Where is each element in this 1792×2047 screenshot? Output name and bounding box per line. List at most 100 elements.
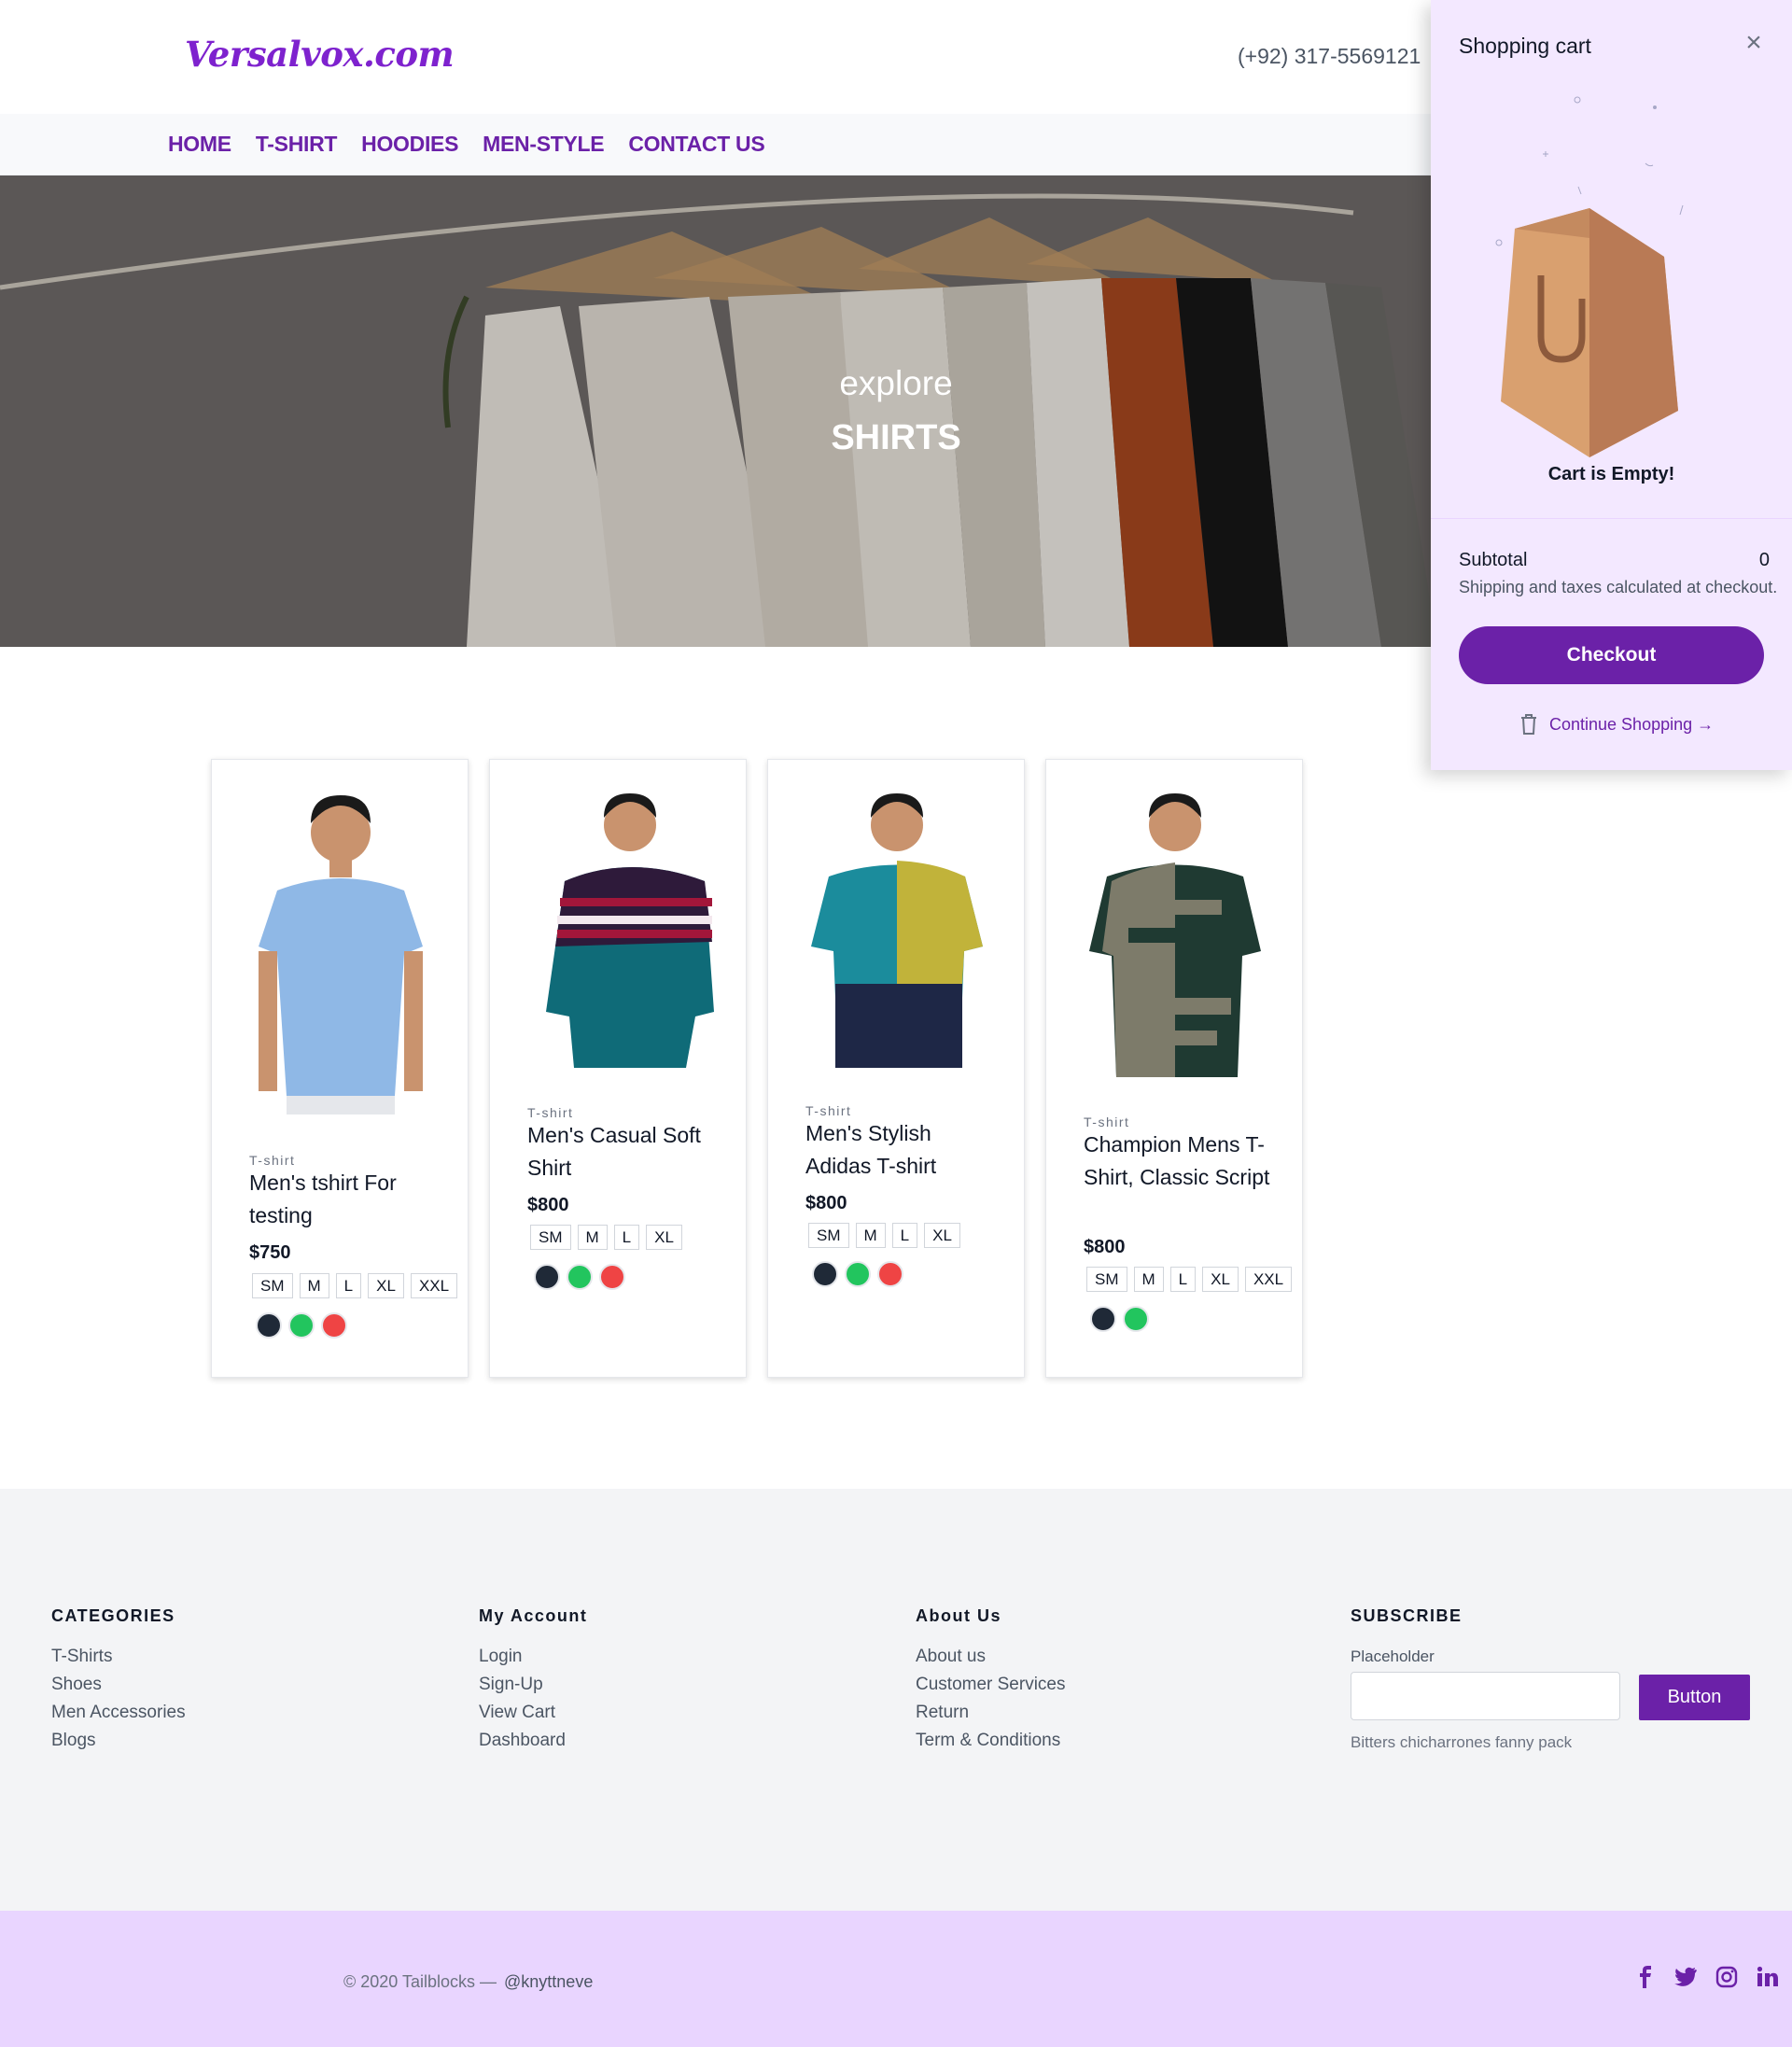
size-xl[interactable]: XL bbox=[368, 1273, 404, 1298]
size-sm[interactable]: SM bbox=[530, 1225, 571, 1250]
size-xl[interactable]: XL bbox=[1202, 1267, 1239, 1292]
trash-icon bbox=[1521, 714, 1536, 735]
size-m[interactable]: M bbox=[299, 1273, 329, 1298]
facebook-icon[interactable] bbox=[1635, 1966, 1656, 1988]
product-category: T-shirt bbox=[527, 1105, 574, 1120]
footer-column-my-account: My Account Login Sign-Up View Cart Dashb… bbox=[479, 1606, 587, 1755]
size-l[interactable]: L bbox=[891, 1223, 918, 1248]
color-swatch-red[interactable] bbox=[599, 1264, 625, 1290]
size-xl[interactable]: XL bbox=[646, 1225, 682, 1250]
site-logo[interactable]: Versalvox.com bbox=[185, 34, 455, 75]
copyright: © 2020 Tailblocks — @knyttneve bbox=[343, 1972, 593, 1992]
product-name[interactable]: Men's Casual Soft Shirt bbox=[527, 1119, 723, 1185]
footer-link[interactable]: Sign-Up bbox=[479, 1671, 587, 1699]
size-sm[interactable]: SM bbox=[808, 1223, 849, 1248]
subscribe-email-input[interactable] bbox=[1351, 1672, 1620, 1720]
subscribe-label: Placeholder bbox=[1351, 1647, 1435, 1665]
checkout-button[interactable]: Checkout bbox=[1459, 626, 1764, 684]
size-xxl[interactable]: XXL bbox=[410, 1273, 458, 1298]
continue-shopping-label[interactable]: Continue Shopping → bbox=[1549, 715, 1714, 735]
product-card[interactable]: T-shirt Men's tshirt For testing $750 SM… bbox=[211, 759, 469, 1378]
color-swatch-dark[interactable] bbox=[812, 1261, 838, 1287]
color-swatch-red[interactable] bbox=[877, 1261, 903, 1287]
product-price: $750 bbox=[249, 1242, 291, 1263]
size-xxl[interactable]: XXL bbox=[1244, 1267, 1293, 1292]
product-image bbox=[1089, 793, 1261, 1077]
footer-link[interactable]: View Cart bbox=[479, 1699, 587, 1727]
footer-link[interactable]: About us bbox=[916, 1643, 1066, 1671]
size-options: SM M L XL XXL bbox=[252, 1273, 458, 1298]
copyright-text: © 2020 Tailblocks — bbox=[343, 1972, 497, 1991]
color-options bbox=[1090, 1306, 1149, 1332]
size-m[interactable]: M bbox=[1133, 1267, 1164, 1292]
shipping-note: Shipping and taxes calculated at checkou… bbox=[1459, 578, 1778, 596]
footer-heading: SUBSCRIBE bbox=[1351, 1606, 1463, 1625]
size-l[interactable]: L bbox=[335, 1273, 362, 1298]
product-category: T-shirt bbox=[1084, 1115, 1130, 1129]
twitter-icon[interactable] bbox=[1674, 1966, 1697, 1988]
product-price: $800 bbox=[527, 1195, 569, 1215]
size-options: SM M L XL XXL bbox=[1086, 1267, 1293, 1292]
nav-hoodies[interactable]: HOODIES bbox=[361, 132, 458, 157]
size-l[interactable]: L bbox=[1169, 1267, 1197, 1292]
linkedin-icon[interactable] bbox=[1757, 1966, 1779, 1988]
nav-tshirt[interactable]: T-SHIRT bbox=[256, 132, 338, 157]
footer-link[interactable]: Dashboard bbox=[479, 1727, 587, 1755]
size-l[interactable]: L bbox=[613, 1225, 640, 1250]
continue-shopping-link[interactable]: Continue Shopping → bbox=[1519, 713, 1714, 736]
size-sm[interactable]: SM bbox=[1086, 1267, 1127, 1292]
subscribe-note: Bitters chicharrones fanny pack bbox=[1351, 1733, 1573, 1751]
color-swatch-dark[interactable] bbox=[256, 1312, 282, 1339]
color-swatch-dark[interactable] bbox=[534, 1264, 560, 1290]
cart-empty-text: Cart is Empty! bbox=[1547, 464, 1675, 484]
color-swatch-green[interactable] bbox=[845, 1261, 871, 1287]
footer-link[interactable]: Men Accessories bbox=[51, 1699, 186, 1727]
footer-bottom-bar bbox=[0, 1911, 1792, 2047]
footer-heading: CATEGORIES bbox=[51, 1606, 175, 1625]
size-options: SM M L XL bbox=[808, 1223, 960, 1248]
footer-link[interactable]: Customer Services bbox=[916, 1671, 1066, 1699]
footer-heading: My Account bbox=[479, 1606, 588, 1625]
size-options: SM M L XL bbox=[530, 1225, 682, 1250]
footer-heading: About Us bbox=[916, 1606, 1001, 1625]
size-m[interactable]: M bbox=[855, 1223, 886, 1248]
color-options bbox=[812, 1261, 903, 1287]
social-links bbox=[1635, 1966, 1779, 1988]
nav-contact-us[interactable]: CONTACT US bbox=[628, 132, 764, 157]
product-name[interactable]: Men's Stylish Adidas T-shirt bbox=[805, 1117, 1001, 1183]
close-icon[interactable]: × bbox=[1739, 28, 1769, 58]
nav-home[interactable]: HOME bbox=[168, 132, 231, 157]
color-swatch-red[interactable] bbox=[321, 1312, 347, 1339]
product-category: T-shirt bbox=[805, 1103, 852, 1118]
subscribe-button[interactable]: Button bbox=[1639, 1675, 1750, 1720]
product-price: $800 bbox=[805, 1193, 847, 1213]
footer-link[interactable]: Term & Conditions bbox=[916, 1727, 1066, 1755]
footer-column-subscribe: SUBSCRIBE bbox=[1351, 1606, 1463, 1643]
footer-link[interactable]: Return bbox=[916, 1699, 1066, 1727]
instagram-icon[interactable] bbox=[1715, 1966, 1738, 1988]
product-card[interactable]: T-shirt Champion Mens T-Shirt, Classic S… bbox=[1045, 759, 1303, 1378]
product-card[interactable]: T-shirt Men's Stylish Adidas T-shirt $80… bbox=[767, 759, 1025, 1378]
product-card[interactable]: T-shirt Men's Casual Soft Shirt $800 SM … bbox=[489, 759, 747, 1378]
footer-link[interactable]: Login bbox=[479, 1643, 587, 1671]
size-m[interactable]: M bbox=[577, 1225, 608, 1250]
product-name[interactable]: Champion Mens T-Shirt, Classic Script bbox=[1084, 1129, 1280, 1194]
size-sm[interactable]: SM bbox=[252, 1273, 293, 1298]
footer-link[interactable]: T-Shirts bbox=[51, 1643, 186, 1671]
color-swatch-green[interactable] bbox=[567, 1264, 593, 1290]
footer-link[interactable]: Blogs bbox=[51, 1727, 186, 1755]
nav-men-style[interactable]: MEN-STYLE bbox=[483, 132, 605, 157]
color-swatch-green[interactable] bbox=[288, 1312, 315, 1339]
color-swatch-dark[interactable] bbox=[1090, 1306, 1116, 1332]
product-image bbox=[259, 795, 423, 1115]
subtotal-label: Subtotal bbox=[1459, 550, 1528, 570]
author-handle-link[interactable]: @knyttneve bbox=[504, 1972, 593, 1991]
cart-title: Shopping cart bbox=[1459, 34, 1591, 58]
size-xl[interactable]: XL bbox=[924, 1223, 960, 1248]
product-name[interactable]: Men's tshirt For testing bbox=[249, 1167, 445, 1232]
product-image bbox=[811, 793, 983, 1068]
shopping-bag-icon bbox=[1495, 96, 1684, 457]
footer-link[interactable]: Shoes bbox=[51, 1671, 186, 1699]
color-swatch-green[interactable] bbox=[1123, 1306, 1149, 1332]
product-category: T-shirt bbox=[249, 1153, 296, 1168]
